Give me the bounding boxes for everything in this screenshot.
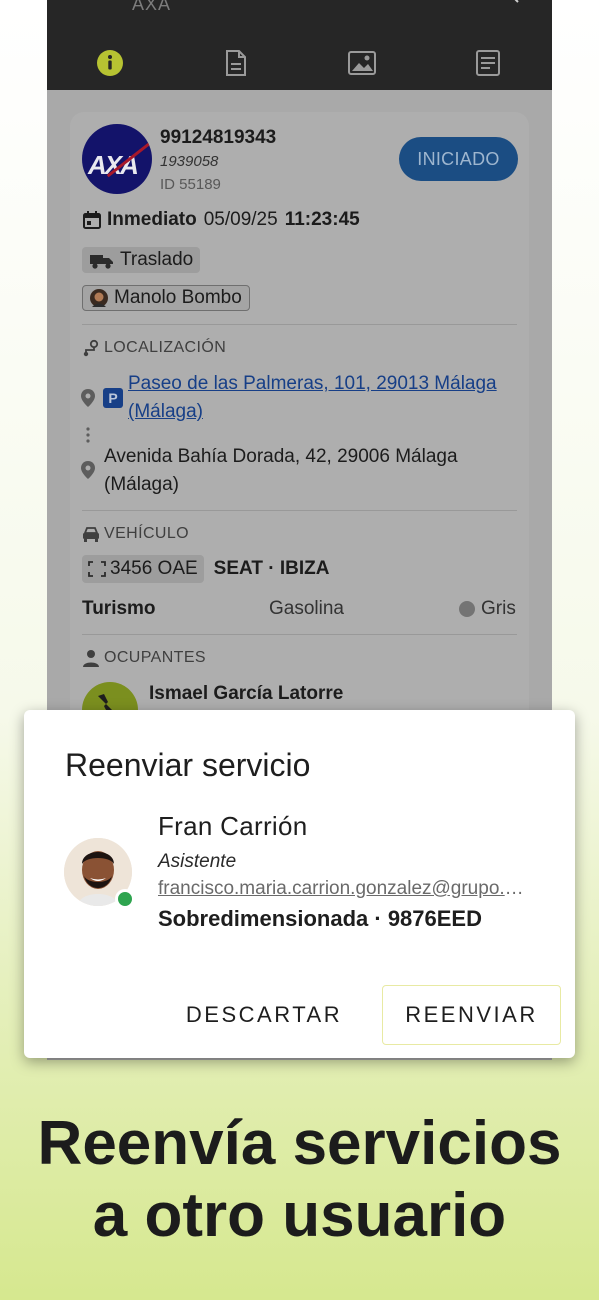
- assignee-avatar: [90, 289, 108, 307]
- plate-frame-icon: [88, 561, 106, 577]
- location-section-title: LOCALIZACIÓN: [82, 339, 226, 357]
- vehicle-model: SEAT · IBIZA: [213, 558, 330, 579]
- tab-info[interactable]: [95, 48, 125, 78]
- person-icon: [83, 650, 99, 667]
- forward-service-dialog: Reenviar servicio Fran Carrión Asistente…: [24, 710, 575, 1058]
- service-date-row: Inmediato 05/09/25 11:23:45: [82, 209, 360, 231]
- occupant-name: Ismael García Latorre: [149, 683, 344, 704]
- info-icon: [97, 50, 123, 76]
- divider: [82, 634, 517, 635]
- divider: [82, 324, 517, 325]
- user-email[interactable]: francisco.maria.carrion.gonzalez@grupo.c…: [158, 878, 528, 900]
- origin-address-link[interactable]: Paseo de las Palmeras, 101, 29013 Málaga…: [128, 370, 523, 426]
- vehicle-plate: 3456 OAE: [110, 558, 198, 579]
- vehicle-fuel: Gasolina: [269, 598, 344, 619]
- service-type-label: Traslado: [120, 249, 194, 270]
- destination-address: Avenida Bahía Dorada, 42, 29006 Málaga (…: [104, 443, 504, 499]
- tab-documents[interactable]: [221, 48, 251, 78]
- app-bar: AXA: [47, 0, 552, 90]
- back-arrow-icon[interactable]: [79, 0, 91, 4]
- online-status-dot: [115, 889, 135, 909]
- origin-address-line2: (Málaga): [128, 401, 203, 422]
- app-bar-title: AXA: [132, 0, 172, 14]
- parking-badge: P: [103, 388, 123, 408]
- destination-pin-icon: [81, 461, 95, 479]
- vehicle-section-label: VEHÍCULO: [104, 525, 189, 542]
- origin-address-line1: Paseo de las Palmeras, 101, 29013 Málaga: [128, 373, 497, 394]
- occupants-section-title: OCUPANTES: [82, 649, 206, 667]
- origin-pin-icon: [81, 389, 95, 407]
- tab-notes[interactable]: [473, 48, 503, 78]
- divider: [82, 510, 517, 511]
- service-reference: 1939058: [160, 153, 219, 170]
- service-type-chip: Traslado: [82, 247, 201, 273]
- route-icon: [83, 339, 99, 357]
- route-dots-icon: [86, 427, 90, 443]
- document-icon: [226, 50, 246, 76]
- vehicle-row: 3456 OAE SEAT · IBIZA: [82, 555, 329, 583]
- service-id: ID 55189: [160, 176, 221, 193]
- destination-address-line1: Avenida Bahía Dorada, 42, 29006 Málaga: [104, 446, 458, 467]
- vehicle-color-label: Gris: [481, 598, 516, 619]
- tab-images[interactable]: [347, 48, 377, 78]
- tow-truck-icon: [90, 255, 113, 269]
- plate-chip: 3456 OAE: [82, 555, 204, 583]
- headline-line2: a otro usuario: [92, 1181, 507, 1250]
- image-icon: [348, 51, 376, 75]
- color-swatch: [459, 601, 475, 617]
- location-section-label: LOCALIZACIÓN: [104, 339, 227, 356]
- user-name: Fran Carrión: [158, 811, 308, 841]
- assignee-chip[interactable]: Manolo Bombo: [82, 285, 250, 311]
- calendar-icon: [83, 211, 101, 229]
- forward-button[interactable]: REENVIAR: [382, 985, 561, 1045]
- vehicle-section-title: VEHÍCULO: [82, 525, 189, 543]
- headline-line1: Reenvía servicios: [37, 1109, 562, 1178]
- car-icon: [83, 527, 99, 542]
- notes-icon: [476, 50, 500, 76]
- insurer-logo: AXA: [82, 124, 152, 194]
- user-vehicle: Sobredimensionada · 9876EED: [158, 906, 482, 931]
- vehicle-type: Turismo: [82, 598, 156, 619]
- assignee-name: Manolo Bombo: [114, 287, 242, 308]
- search-icon[interactable]: [510, 0, 520, 4]
- discard-button[interactable]: DESCARTAR: [184, 986, 344, 1044]
- dialog-title: Reenviar servicio: [65, 747, 311, 783]
- promo-headline: Reenvía servicios a otro usuario: [0, 1108, 599, 1252]
- insurer-logo-text: AXA: [88, 150, 139, 180]
- service-number: 99124819343: [160, 127, 277, 148]
- user-role: Asistente: [158, 851, 237, 872]
- destination-address-line2: (Málaga): [104, 474, 179, 495]
- service-time: 11:23:45: [284, 209, 360, 230]
- status-badge[interactable]: INICIADO: [399, 137, 518, 181]
- vehicle-color: Gris: [459, 598, 516, 620]
- occupants-section-label: OCUPANTES: [104, 649, 206, 666]
- service-date: 05/09/25: [203, 209, 278, 230]
- priority-label: Inmediato: [107, 209, 197, 230]
